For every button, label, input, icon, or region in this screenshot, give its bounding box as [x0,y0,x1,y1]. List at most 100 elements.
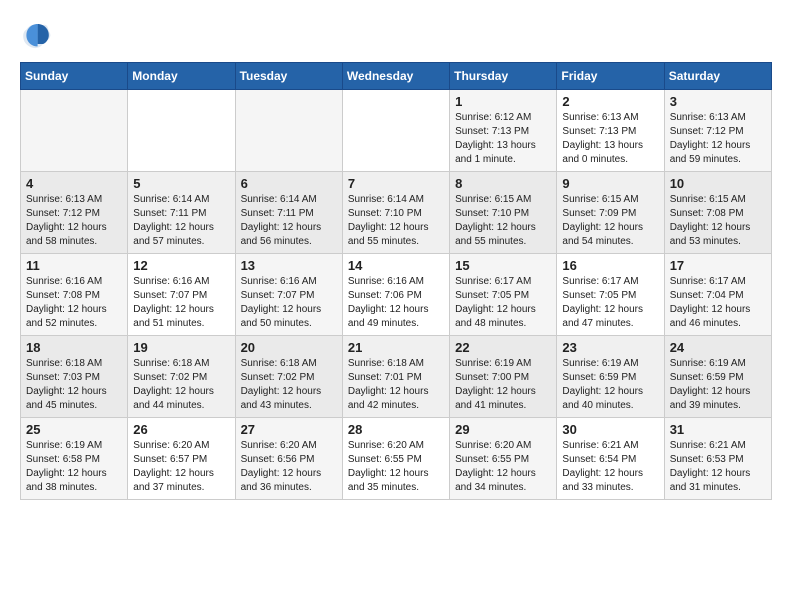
day-number: 31 [670,422,766,437]
day-number: 27 [241,422,337,437]
day-info: Sunrise: 6:18 AM Sunset: 7:01 PM Dayligh… [348,357,444,413]
calendar-cell: 10 Sunrise: 6:15 AM Sunset: 7:08 PM Dayli… [664,172,771,254]
day-info: Sunrise: 6:20 AM Sunset: 6:55 PM Dayligh… [348,439,444,495]
day-info: Sunrise: 6:19 AM Sunset: 6:58 PM Dayligh… [26,439,122,495]
day-info: Sunrise: 6:20 AM Sunset: 6:57 PM Dayligh… [133,439,229,495]
day-info: Sunrise: 6:19 AM Sunset: 6:59 PM Dayligh… [670,357,766,413]
calendar-header-row: SundayMondayTuesdayWednesdayThursdayFrid… [21,63,772,90]
calendar-cell: 2 Sunrise: 6:13 AM Sunset: 7:13 PM Daylig… [557,90,664,172]
calendar-week-3: 11Sunrise: 6:16 AM Sunset: 7:08 PM Dayli… [21,254,772,336]
column-header-friday: Friday [557,63,664,90]
day-info: Sunrise: 6:18 AM Sunset: 7:02 PM Dayligh… [133,357,229,413]
day-info: Sunrise: 6:14 AM Sunset: 7:11 PM Dayligh… [241,193,337,249]
calendar-week-2: 4 Sunrise: 6:13 AM Sunset: 7:12 PM Daylig… [21,172,772,254]
day-number: 28 [348,422,444,437]
day-number: 30 [562,422,658,437]
day-info: Sunrise: 6:13 AM Sunset: 7:12 PM Dayligh… [26,193,122,249]
day-number: 26 [133,422,229,437]
day-info: Sunrise: 6:20 AM Sunset: 6:56 PM Dayligh… [241,439,337,495]
calendar-cell: 11Sunrise: 6:16 AM Sunset: 7:08 PM Dayli… [21,254,128,336]
logo [20,20,56,52]
calendar-cell: 6Sunrise: 6:14 AM Sunset: 7:11 PM Daylig… [235,172,342,254]
day-number: 16 [562,258,658,273]
day-number: 25 [26,422,122,437]
day-info: Sunrise: 6:16 AM Sunset: 7:07 PM Dayligh… [241,275,337,331]
day-number: 15 [455,258,551,273]
day-info: Sunrise: 6:19 AM Sunset: 6:59 PM Dayligh… [562,357,658,413]
calendar-week-1: 1 Sunrise: 6:12 AM Sunset: 7:13 PM Daylig… [21,90,772,172]
day-number: 4 [26,176,122,191]
day-info: Sunrise: 6:17 AM Sunset: 7:04 PM Dayligh… [670,275,766,331]
day-info: Sunrise: 6:19 AM Sunset: 7:00 PM Dayligh… [455,357,551,413]
calendar-cell: 20Sunrise: 6:18 AM Sunset: 7:02 PM Dayli… [235,336,342,418]
day-number: 23 [562,340,658,355]
calendar-cell: 13 Sunrise: 6:16 AM Sunset: 7:07 PM Dayli… [235,254,342,336]
calendar-cell: 21Sunrise: 6:18 AM Sunset: 7:01 PM Dayli… [342,336,449,418]
day-info: Sunrise: 6:15 AM Sunset: 7:08 PM Dayligh… [670,193,766,249]
day-info: Sunrise: 6:13 AM Sunset: 7:12 PM Dayligh… [670,111,766,167]
calendar-cell: 3 Sunrise: 6:13 AM Sunset: 7:12 PM Daylig… [664,90,771,172]
column-header-sunday: Sunday [21,63,128,90]
calendar-week-4: 18Sunrise: 6:18 AM Sunset: 7:03 PM Dayli… [21,336,772,418]
day-number: 24 [670,340,766,355]
calendar-cell: 28 Sunrise: 6:20 AM Sunset: 6:55 PM Dayli… [342,418,449,500]
calendar-cell: 23 Sunrise: 6:19 AM Sunset: 6:59 PM Dayli… [557,336,664,418]
day-info: Sunrise: 6:17 AM Sunset: 7:05 PM Dayligh… [455,275,551,331]
logo-icon [20,20,52,52]
day-info: Sunrise: 6:16 AM Sunset: 7:07 PM Dayligh… [133,275,229,331]
calendar-cell: 8 Sunrise: 6:15 AM Sunset: 7:10 PM Daylig… [450,172,557,254]
calendar-cell: 14 Sunrise: 6:16 AM Sunset: 7:06 PM Dayli… [342,254,449,336]
calendar-cell: 26 Sunrise: 6:20 AM Sunset: 6:57 PM Dayli… [128,418,235,500]
day-number: 10 [670,176,766,191]
calendar-cell: 1 Sunrise: 6:12 AM Sunset: 7:13 PM Daylig… [450,90,557,172]
calendar-cell: 15 Sunrise: 6:17 AM Sunset: 7:05 PM Dayli… [450,254,557,336]
calendar-week-5: 25 Sunrise: 6:19 AM Sunset: 6:58 PM Dayli… [21,418,772,500]
day-number: 3 [670,94,766,109]
calendar-cell: 19 Sunrise: 6:18 AM Sunset: 7:02 PM Dayli… [128,336,235,418]
day-number: 14 [348,258,444,273]
day-number: 19 [133,340,229,355]
column-header-tuesday: Tuesday [235,63,342,90]
day-number: 17 [670,258,766,273]
calendar-cell [21,90,128,172]
calendar-cell: 9Sunrise: 6:15 AM Sunset: 7:09 PM Daylig… [557,172,664,254]
day-info: Sunrise: 6:13 AM Sunset: 7:13 PM Dayligh… [562,111,658,167]
column-header-thursday: Thursday [450,63,557,90]
calendar-cell: 24 Sunrise: 6:19 AM Sunset: 6:59 PM Dayli… [664,336,771,418]
day-number: 1 [455,94,551,109]
calendar-cell [128,90,235,172]
day-info: Sunrise: 6:17 AM Sunset: 7:05 PM Dayligh… [562,275,658,331]
column-header-saturday: Saturday [664,63,771,90]
day-number: 12 [133,258,229,273]
calendar-cell: 7 Sunrise: 6:14 AM Sunset: 7:10 PM Daylig… [342,172,449,254]
calendar-cell [235,90,342,172]
calendar-cell: 5 Sunrise: 6:14 AM Sunset: 7:11 PM Daylig… [128,172,235,254]
calendar-cell: 18Sunrise: 6:18 AM Sunset: 7:03 PM Dayli… [21,336,128,418]
day-number: 2 [562,94,658,109]
day-info: Sunrise: 6:20 AM Sunset: 6:55 PM Dayligh… [455,439,551,495]
day-number: 8 [455,176,551,191]
day-info: Sunrise: 6:12 AM Sunset: 7:13 PM Dayligh… [455,111,551,167]
day-number: 18 [26,340,122,355]
day-info: Sunrise: 6:21 AM Sunset: 6:54 PM Dayligh… [562,439,658,495]
calendar-cell: 16 Sunrise: 6:17 AM Sunset: 7:05 PM Dayli… [557,254,664,336]
day-info: Sunrise: 6:14 AM Sunset: 7:11 PM Dayligh… [133,193,229,249]
day-info: Sunrise: 6:16 AM Sunset: 7:06 PM Dayligh… [348,275,444,331]
day-number: 13 [241,258,337,273]
column-header-monday: Monday [128,63,235,90]
day-number: 7 [348,176,444,191]
day-number: 20 [241,340,337,355]
column-header-wednesday: Wednesday [342,63,449,90]
calendar-table: SundayMondayTuesdayWednesdayThursdayFrid… [20,62,772,500]
calendar-cell: 30 Sunrise: 6:21 AM Sunset: 6:54 PM Dayli… [557,418,664,500]
day-info: Sunrise: 6:14 AM Sunset: 7:10 PM Dayligh… [348,193,444,249]
calendar-cell: 25 Sunrise: 6:19 AM Sunset: 6:58 PM Dayli… [21,418,128,500]
day-number: 9 [562,176,658,191]
calendar-cell: 12 Sunrise: 6:16 AM Sunset: 7:07 PM Dayli… [128,254,235,336]
calendar-cell: 22Sunrise: 6:19 AM Sunset: 7:00 PM Dayli… [450,336,557,418]
calendar-cell: 31 Sunrise: 6:21 AM Sunset: 6:53 PM Dayli… [664,418,771,500]
day-info: Sunrise: 6:21 AM Sunset: 6:53 PM Dayligh… [670,439,766,495]
day-number: 5 [133,176,229,191]
day-info: Sunrise: 6:15 AM Sunset: 7:10 PM Dayligh… [455,193,551,249]
calendar-cell: 17 Sunrise: 6:17 AM Sunset: 7:04 PM Dayli… [664,254,771,336]
